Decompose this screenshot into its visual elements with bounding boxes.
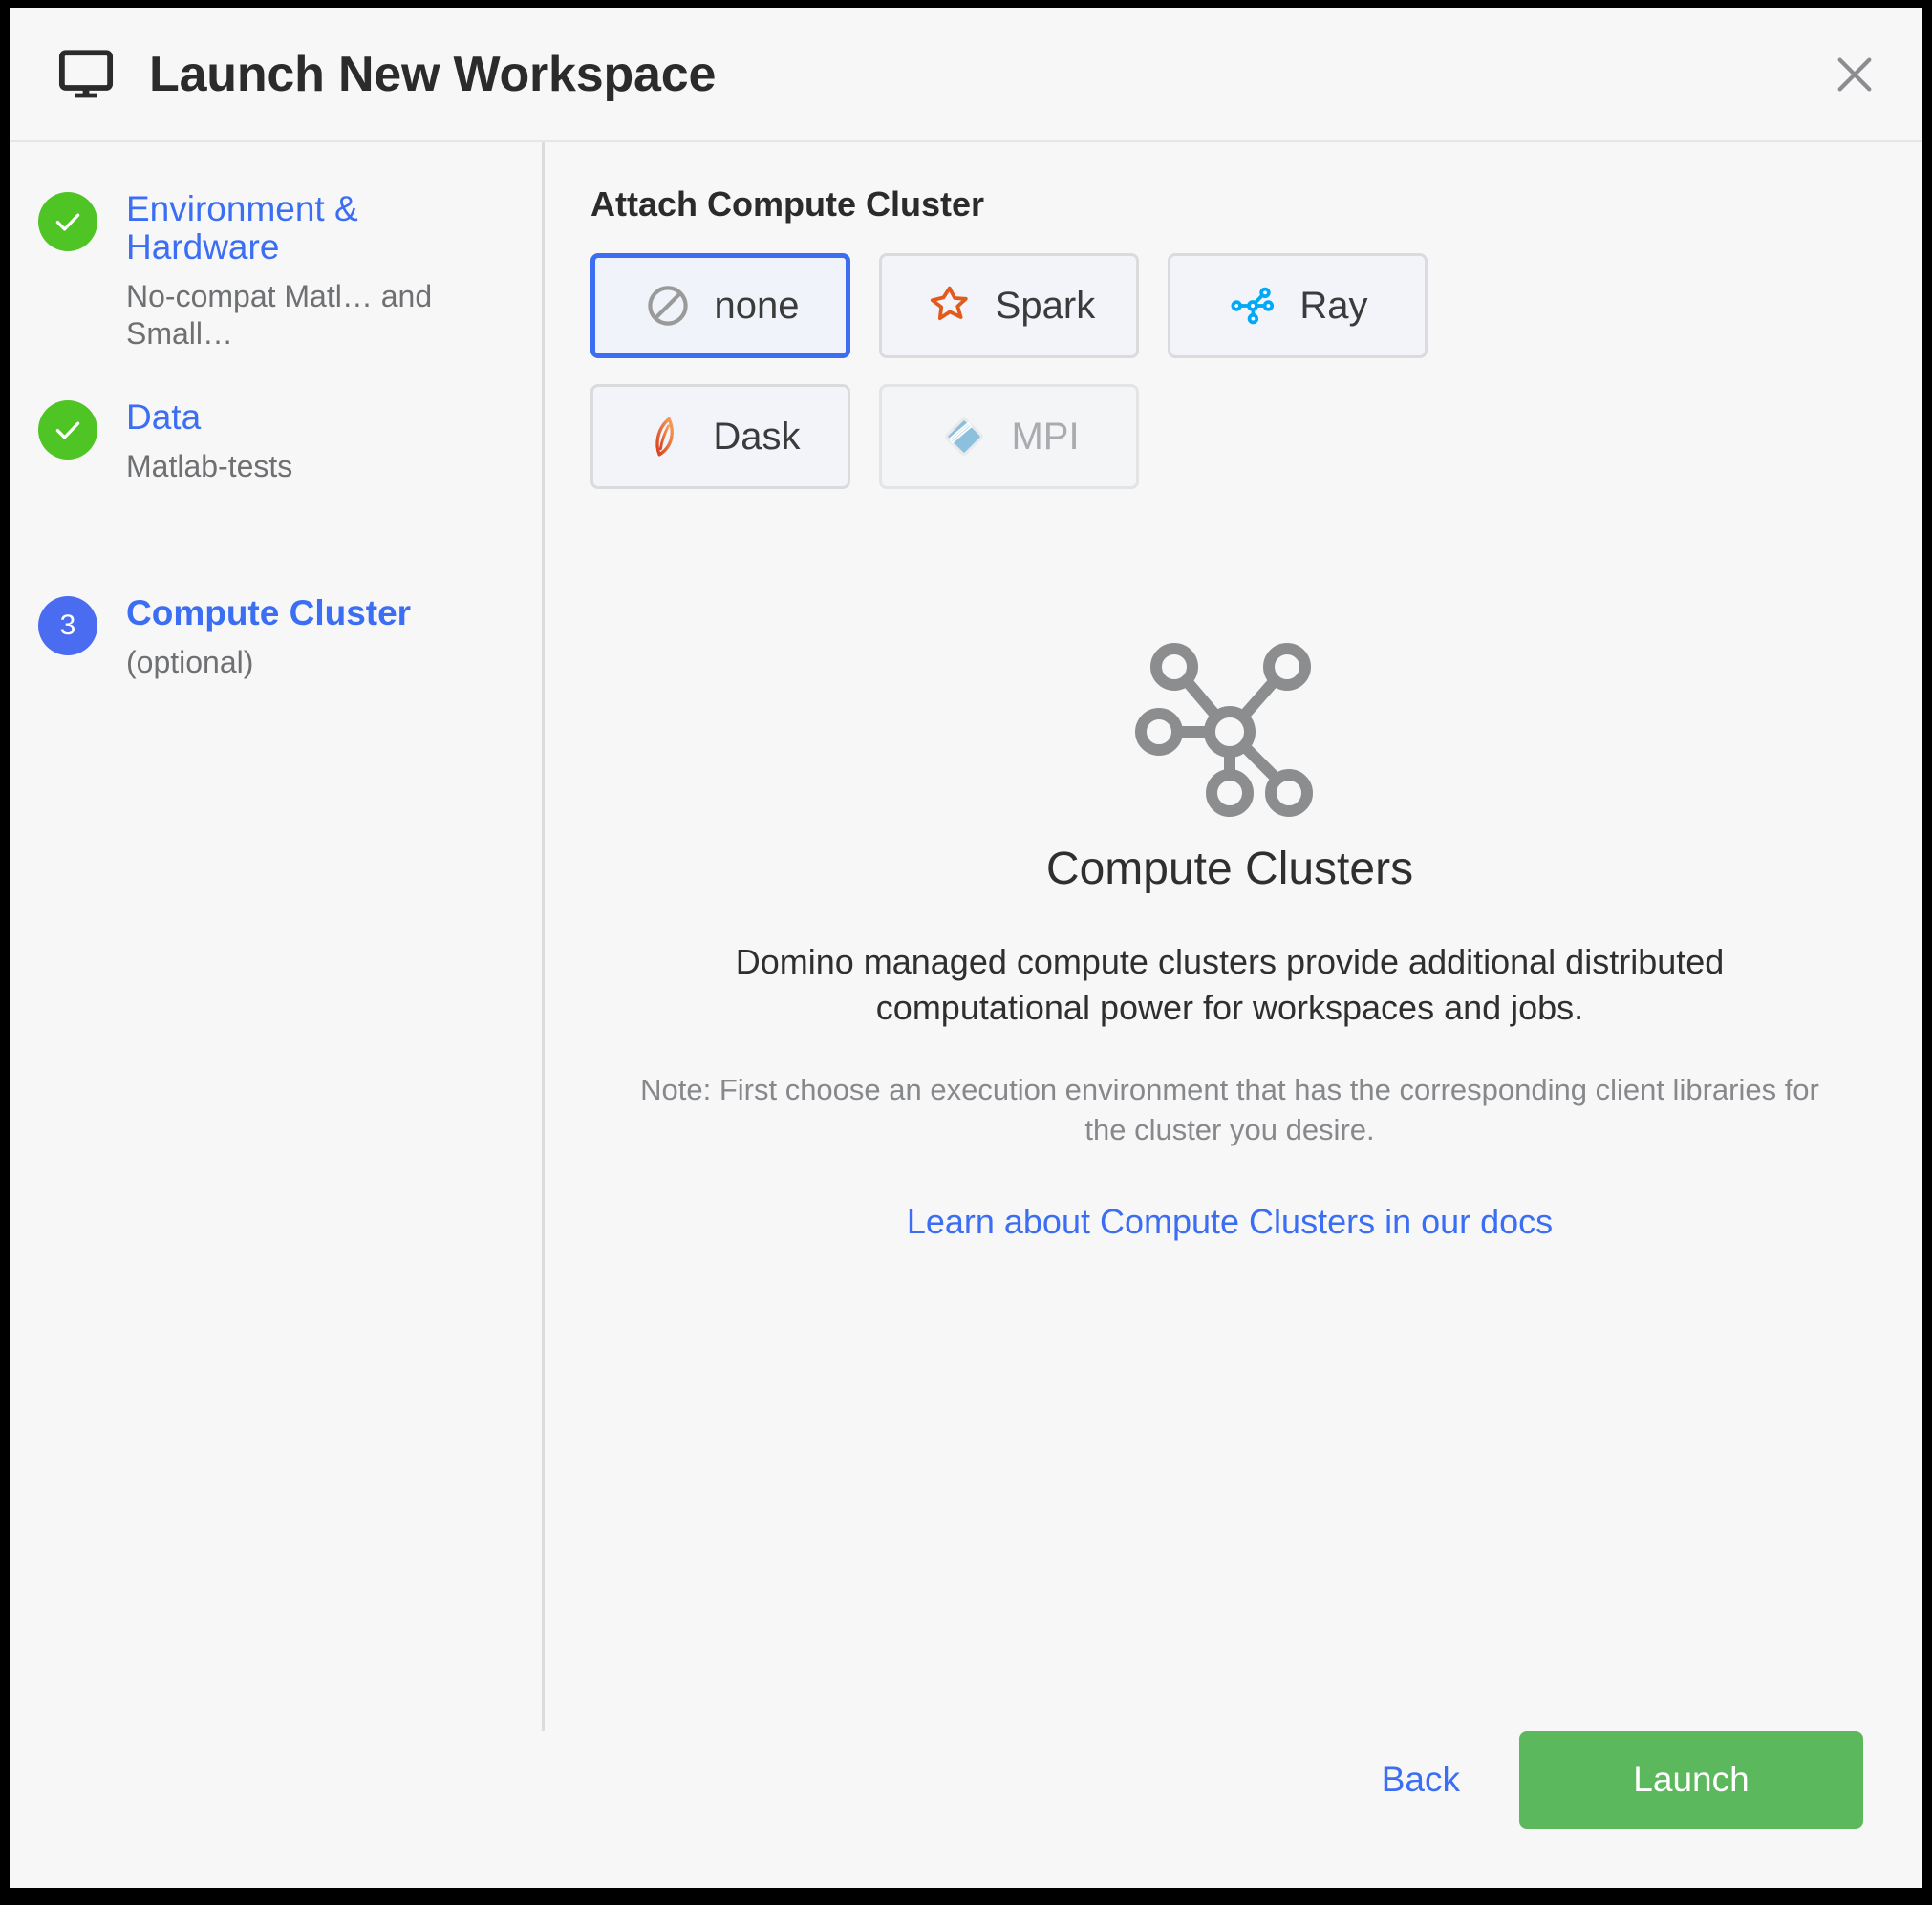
cluster-option-label: Ray bbox=[1299, 285, 1368, 327]
cluster-option-label: Spark bbox=[995, 285, 1096, 327]
compute-clusters-docs-link[interactable]: Learn about Compute Clusters in our docs bbox=[907, 1202, 1553, 1242]
monitor-icon bbox=[57, 46, 115, 103]
compute-cluster-empty-state: Compute Clusters Domino managed compute … bbox=[590, 489, 1869, 1731]
screenshot-root: Launch New Workspace Environment & Hardw… bbox=[0, 0, 1932, 1905]
empty-state-description: Domino managed compute clusters provide … bbox=[735, 942, 1725, 1027]
check-icon bbox=[38, 192, 97, 251]
cluster-option-spark[interactable]: Spark bbox=[879, 253, 1139, 358]
sidebar-step-compute-cluster[interactable]: 3 Compute Cluster (optional) bbox=[38, 592, 513, 681]
cluster-option-mpi[interactable]: MPI bbox=[879, 384, 1139, 489]
page-title: Launch New Workspace bbox=[149, 46, 717, 102]
spark-star-icon bbox=[923, 280, 975, 332]
sidebar-step-title: Data bbox=[126, 396, 202, 437]
launch-button[interactable]: Launch bbox=[1519, 1731, 1863, 1829]
step-number-badge: 3 bbox=[38, 595, 97, 655]
ray-nodes-icon bbox=[1227, 280, 1278, 332]
sidebar-step-data[interactable]: Data Matlab-tests bbox=[38, 396, 513, 485]
close-icon[interactable] bbox=[1823, 43, 1886, 106]
cluster-option-label: MPI bbox=[1011, 416, 1080, 458]
mpi-diamond-icon bbox=[938, 411, 990, 462]
cluster-type-options: none Spark Ray Dask MPI bbox=[590, 253, 1546, 489]
sidebar-step-subtitle: No-compat Matl… and Small… bbox=[126, 278, 433, 351]
cluster-option-label: Dask bbox=[713, 416, 801, 458]
cluster-option-ray[interactable]: Ray bbox=[1168, 253, 1428, 358]
compute-cluster-panel: Attach Compute Cluster none Spark Ray Da… bbox=[545, 142, 1922, 1731]
cluster-option-dask[interactable]: Dask bbox=[590, 384, 850, 489]
sidebar-step-text: Environment & Hardware No-compat Matl… a… bbox=[126, 188, 441, 353]
section-title: Attach Compute Cluster bbox=[590, 184, 985, 224]
check-icon bbox=[38, 399, 97, 460]
cluster-network-icon bbox=[1134, 642, 1325, 820]
sidebar-step-text: Compute Cluster (optional) bbox=[126, 592, 411, 681]
empty-state-note: Note: First choose an execution environm… bbox=[640, 1073, 1819, 1147]
sidebar-step-title: Environment & Hardware bbox=[126, 189, 358, 267]
sidebar-step-environment-hardware[interactable]: Environment & Hardware No-compat Matl… a… bbox=[38, 188, 513, 353]
cluster-option-label: none bbox=[714, 285, 800, 327]
modal-footer: Back Launch bbox=[10, 1731, 1922, 1888]
cluster-option-none[interactable]: none bbox=[590, 253, 850, 358]
sidebar-step-subtitle: (optional) bbox=[126, 644, 254, 679]
wizard-steps-sidebar: Environment & Hardware No-compat Matl… a… bbox=[10, 142, 545, 1731]
empty-state-title: Compute Clusters bbox=[1045, 844, 1414, 894]
modal-body: Environment & Hardware No-compat Matl… a… bbox=[10, 142, 1922, 1731]
sidebar-step-subtitle: Matlab-tests bbox=[126, 448, 293, 483]
back-button[interactable]: Back bbox=[1376, 1750, 1466, 1809]
sidebar-step-title: Compute Cluster bbox=[126, 592, 412, 632]
modal-header: Launch New Workspace bbox=[10, 8, 1922, 142]
launch-workspace-modal: Launch New Workspace Environment & Hardw… bbox=[10, 8, 1922, 1888]
dask-leaf-icon bbox=[640, 411, 692, 462]
sidebar-step-text: Data Matlab-tests bbox=[126, 396, 292, 485]
no-entry-icon bbox=[642, 280, 694, 332]
